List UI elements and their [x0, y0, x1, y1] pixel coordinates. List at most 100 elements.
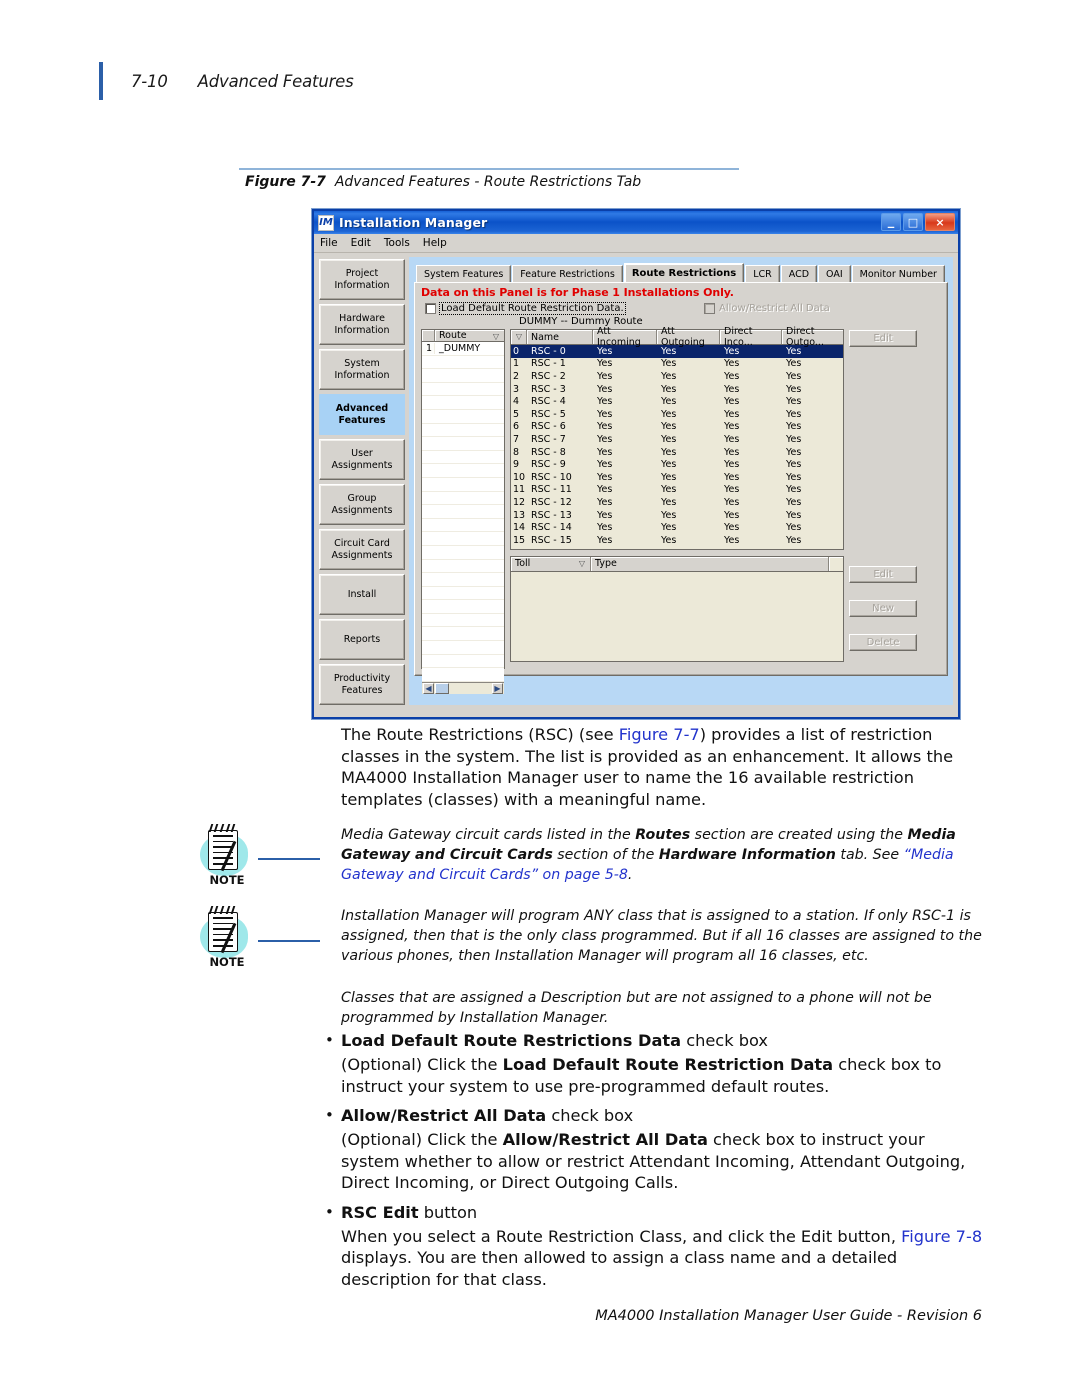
- tab-feature-restrictions[interactable]: Feature Restrictions: [512, 265, 623, 282]
- table-row[interactable]: [422, 505, 504, 519]
- rsc-cell-dir-out: Yes: [786, 370, 802, 382]
- table-row[interactable]: [422, 560, 504, 574]
- figure-7-8-reference-link[interactable]: Figure 7-8: [901, 1227, 982, 1246]
- table-row[interactable]: [422, 655, 504, 669]
- table-row[interactable]: [422, 492, 504, 506]
- table-row[interactable]: [422, 600, 504, 614]
- maximize-button[interactable]: □: [903, 213, 923, 231]
- table-row[interactable]: [422, 641, 504, 655]
- rsc-col-direct-outgoing[interactable]: Direct Outgo...: [782, 326, 843, 348]
- nav-label-line1: Hardware: [339, 313, 385, 324]
- table-row[interactable]: 11 RSC - 11 Yes Yes Yes Yes: [511, 484, 843, 497]
- sidebar-item-advanced-features[interactable]: Advanced Features: [319, 394, 405, 435]
- load-default-route-restriction-data-checkbox[interactable]: [425, 303, 436, 314]
- phase1-warning-text: Data on this Panel is for Phase 1 Instal…: [421, 286, 734, 299]
- sidebar-item-productivity-features[interactable]: Productivity Features: [319, 664, 405, 705]
- rsc-cell-att-out: Yes: [661, 534, 677, 546]
- minimize-button[interactable]: _: [881, 213, 901, 231]
- toll-col-toll[interactable]: Toll ▽: [511, 556, 591, 571]
- routes-horizontal-scrollbar[interactable]: ◀ ▶: [422, 681, 504, 694]
- rsc-col-att-outgoing[interactable]: Att Outgoing: [657, 326, 720, 348]
- table-row[interactable]: 12 RSC - 12 Yes Yes Yes Yes: [511, 496, 843, 509]
- table-row[interactable]: 6 RSC - 6 Yes Yes Yes Yes: [511, 421, 843, 434]
- table-row[interactable]: 4 RSC - 4 Yes Yes Yes Yes: [511, 395, 843, 408]
- sidebar-item-hardware-information[interactable]: Hardware Information: [319, 304, 405, 345]
- sidebar-item-group-assignments[interactable]: Group Assignments: [319, 484, 405, 525]
- table-row[interactable]: [422, 451, 504, 465]
- sidebar-item-system-information[interactable]: System Information: [319, 349, 405, 390]
- tab-oai[interactable]: OAI: [818, 265, 851, 282]
- table-row[interactable]: [422, 410, 504, 424]
- scrollbar-thumb[interactable]: [435, 682, 449, 694]
- rsc-cell-dir-out: Yes: [786, 471, 802, 483]
- table-row[interactable]: [422, 383, 504, 397]
- table-row[interactable]: [422, 587, 504, 601]
- rsc-col-corner[interactable]: ▽: [511, 330, 527, 344]
- rsc-col-direct-incoming[interactable]: Direct Inco...: [720, 326, 782, 348]
- tab-route-restrictions[interactable]: Route Restrictions: [623, 263, 745, 282]
- table-row[interactable]: [422, 369, 504, 383]
- tab-system-features[interactable]: System Features: [416, 265, 512, 282]
- tab-acd[interactable]: ACD: [780, 265, 818, 282]
- table-row[interactable]: [422, 668, 504, 682]
- table-row[interactable]: [422, 519, 504, 533]
- allow-restrict-all-data-checkbox[interactable]: [704, 303, 715, 314]
- rsc-edit-button[interactable]: Edit: [849, 330, 917, 347]
- sidebar-item-circuit-card-assignments[interactable]: Circuit Card Assignments: [319, 529, 405, 570]
- toll-grid-body[interactable]: [511, 571, 843, 661]
- table-row[interactable]: 5 RSC - 5 Yes Yes Yes Yes: [511, 408, 843, 421]
- table-row[interactable]: 10 RSC - 10 Yes Yes Yes Yes: [511, 471, 843, 484]
- rsc-cell-dir-out: Yes: [786, 484, 802, 496]
- rsc-grid[interactable]: ▽ Name Att Incoming Att Outgoing Direct …: [510, 326, 844, 550]
- toll-delete-button[interactable]: Delete: [849, 634, 917, 651]
- rsc-cell-att-out: Yes: [661, 433, 677, 445]
- table-row[interactable]: [422, 532, 504, 546]
- table-row[interactable]: [422, 356, 504, 370]
- menu-item-file[interactable]: File: [320, 237, 338, 249]
- table-row[interactable]: 13 RSC - 13 Yes Yes Yes Yes: [511, 509, 843, 522]
- table-row[interactable]: 9 RSC - 9 Yes Yes Yes Yes: [511, 458, 843, 471]
- toll-edit-button[interactable]: Edit: [849, 566, 917, 583]
- scroll-right-icon[interactable]: ▶: [492, 682, 503, 694]
- table-row[interactable]: 15 RSC - 15 Yes Yes Yes Yes: [511, 534, 843, 547]
- table-row[interactable]: 2 RSC - 2 Yes Yes Yes Yes: [511, 370, 843, 383]
- table-row[interactable]: [422, 614, 504, 628]
- tab-lcr[interactable]: LCR: [745, 265, 780, 282]
- menu-item-edit[interactable]: Edit: [351, 237, 371, 249]
- table-row[interactable]: [422, 424, 504, 438]
- table-row[interactable]: [422, 464, 504, 478]
- table-row[interactable]: [422, 396, 504, 410]
- rsc-col-att-incoming[interactable]: Att Incoming: [593, 326, 657, 348]
- bullet-item-rsc-edit: • RSC Edit button: [325, 1202, 985, 1224]
- table-row[interactable]: [422, 437, 504, 451]
- action-buttons-column: Edit Edit New Delete: [849, 329, 917, 669]
- sidebar-item-reports[interactable]: Reports: [319, 619, 405, 660]
- bullet-body-1-part1: (Optional) Click the: [341, 1055, 503, 1074]
- table-row[interactable]: [422, 627, 504, 642]
- table-row[interactable]: 1 RSC - 1 Yes Yes Yes Yes: [511, 358, 843, 371]
- routes-grid[interactable]: Route ▽ 1 _DUMMY ◀ ▶: [421, 329, 505, 694]
- table-row[interactable]: 7 RSC - 7 Yes Yes Yes Yes: [511, 433, 843, 446]
- tab-monitor-number[interactable]: Monitor Number: [851, 265, 945, 282]
- table-row[interactable]: 8 RSC - 8 Yes Yes Yes Yes: [511, 446, 843, 459]
- toll-new-button[interactable]: New: [849, 600, 917, 617]
- menu-item-tools[interactable]: Tools: [384, 237, 410, 249]
- routes-col-route[interactable]: Route ▽: [435, 330, 504, 341]
- close-button[interactable]: ×: [925, 213, 955, 231]
- table-row[interactable]: 14 RSC - 14 Yes Yes Yes Yes: [511, 521, 843, 534]
- toll-grid[interactable]: Toll ▽ Type: [510, 555, 844, 662]
- scroll-left-icon[interactable]: ◀: [423, 682, 434, 694]
- table-row[interactable]: [422, 573, 504, 587]
- rsc-col-name[interactable]: Name: [527, 330, 593, 344]
- bullet-body-3: When you select a Route Restriction Clas…: [341, 1226, 985, 1291]
- table-row[interactable]: [422, 546, 504, 560]
- table-row[interactable]: 1 _DUMMY: [422, 342, 504, 356]
- toll-col-type[interactable]: Type: [591, 556, 829, 571]
- menu-item-help[interactable]: Help: [423, 237, 447, 249]
- sidebar-item-install[interactable]: Install: [319, 574, 405, 615]
- table-row[interactable]: [422, 478, 504, 492]
- table-row[interactable]: 3 RSC - 3 Yes Yes Yes Yes: [511, 383, 843, 396]
- figure-7-7-reference-link[interactable]: Figure 7-7: [619, 725, 700, 744]
- sidebar-item-user-assignments[interactable]: User Assignments: [319, 439, 405, 480]
- sidebar-item-project-information[interactable]: Project Information: [319, 259, 405, 300]
